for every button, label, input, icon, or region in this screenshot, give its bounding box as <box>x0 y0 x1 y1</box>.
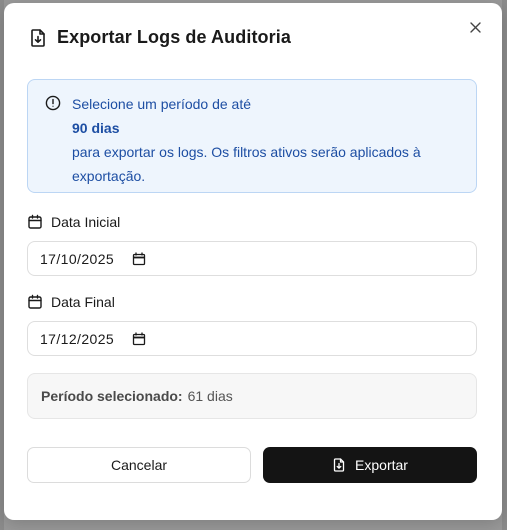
start-date-input[interactable]: 17/10/2025 <box>27 241 477 276</box>
cancel-button-label: Cancelar <box>110 457 168 473</box>
summary-key: Período selecionado: <box>41 388 183 404</box>
file-download-icon <box>28 28 48 48</box>
cancel-button[interactable]: Cancelar <box>27 447 251 483</box>
end-date-input[interactable]: 17/12/2025 <box>27 321 477 356</box>
end-date-label-text: Data Final <box>51 294 115 310</box>
start-date-label: Data Inicial <box>27 214 120 230</box>
calendar-picker-icon[interactable] <box>132 331 146 346</box>
alert-circle-icon <box>45 95 61 111</box>
background-overlay-right <box>502 0 507 530</box>
info-text-line2: para exportar os logs. Os filtros ativos… <box>72 144 421 184</box>
calendar-icon <box>27 214 43 230</box>
close-icon <box>469 21 481 33</box>
export-logs-dialog: Exportar Logs de Auditoria Selecione um … <box>4 3 502 520</box>
summary-value: 61 dias <box>187 388 233 404</box>
start-date-label-text: Data Inicial <box>51 214 121 230</box>
period-summary: Período selecionado: 61 dias <box>27 373 477 419</box>
dialog-title: Exportar Logs de Auditoria <box>57 27 291 47</box>
info-text-line1: Selecione um período de até <box>72 96 252 112</box>
close-button[interactable] <box>466 18 484 36</box>
export-button[interactable]: Exportar <box>263 447 477 483</box>
end-date-label: Data Final <box>27 294 115 310</box>
calendar-picker-icon[interactable] <box>132 251 146 266</box>
calendar-icon <box>27 294 43 310</box>
info-highlight: 90 dias <box>72 120 120 136</box>
dialog-header: Exportar Logs de Auditoria <box>28 27 291 48</box>
end-date-value: 17/12/2025 <box>40 330 115 347</box>
start-date-value: 17/10/2025 <box>40 250 115 267</box>
export-button-label: Exportar <box>355 457 408 473</box>
file-download-icon <box>332 458 346 472</box>
info-alert: Selecione um período de até 90 dias para… <box>27 79 477 193</box>
